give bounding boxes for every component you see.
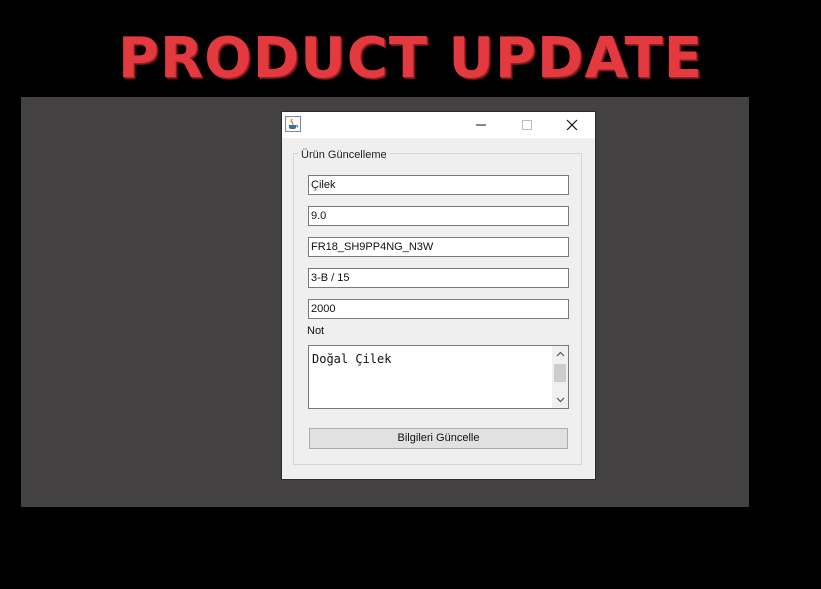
maximize-icon	[522, 120, 532, 130]
minimize-icon	[476, 124, 486, 126]
close-icon	[566, 119, 578, 131]
product-update-window: Ürün Güncelleme Not Doğal Çilek Bilgiler…	[282, 112, 595, 479]
chevron-up-icon	[556, 351, 564, 357]
price-field[interactable]	[308, 206, 569, 226]
update-info-button[interactable]: Bilgileri Güncelle	[309, 428, 568, 449]
note-scrollbar[interactable]	[552, 346, 568, 408]
note-text[interactable]: Doğal Çilek	[312, 352, 391, 366]
scroll-up-button[interactable]	[552, 347, 568, 361]
chevron-down-icon	[556, 397, 564, 403]
product-code-field[interactable]	[308, 237, 569, 257]
close-button[interactable]	[549, 112, 595, 138]
quantity-field[interactable]	[308, 299, 569, 319]
window-titlebar[interactable]	[282, 112, 595, 138]
java-cup-icon[interactable]	[285, 116, 301, 132]
banner-title: PRODUCT UPDATE	[118, 26, 703, 91]
maximize-button[interactable]	[504, 112, 550, 138]
note-label: Not	[307, 325, 325, 337]
scroll-thumb[interactable]	[554, 364, 566, 382]
shelf-field[interactable]	[308, 268, 569, 288]
note-textarea[interactable]: Doğal Çilek	[308, 345, 569, 409]
scroll-down-button[interactable]	[552, 393, 568, 407]
minimize-button[interactable]	[458, 112, 504, 138]
banner: PRODUCT UPDATE	[0, 22, 821, 96]
product-name-field[interactable]	[308, 175, 569, 195]
group-title: Ürün Güncelleme	[298, 148, 390, 162]
